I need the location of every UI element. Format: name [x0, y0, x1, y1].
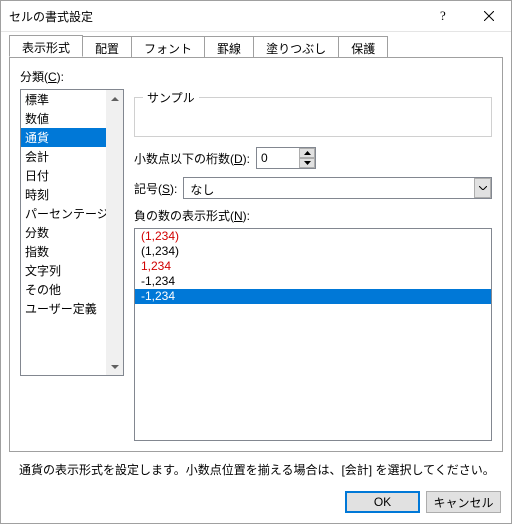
symbol-dropdown[interactable]: なし	[183, 177, 492, 199]
triangle-up-icon	[304, 151, 311, 155]
category-item[interactable]: 時刻	[21, 185, 106, 204]
symbol-label-accel: S	[162, 182, 170, 196]
sample-legend: サンプル	[143, 89, 199, 106]
category-list: 標準数値通貨会計日付時刻パーセンテージ分数指数文字列その他ユーザー定義	[21, 90, 106, 375]
category-label-post: ):	[57, 70, 64, 84]
spin-down-button[interactable]	[299, 158, 315, 168]
scroll-up-button[interactable]	[106, 90, 123, 107]
triangle-down-icon	[304, 161, 311, 165]
svg-text:?: ?	[440, 9, 446, 23]
negative-label: 負の数の表示形式(N):	[134, 207, 492, 224]
tab-1[interactable]: 配置	[82, 36, 132, 57]
category-item[interactable]: 指数	[21, 242, 106, 261]
dropdown-button[interactable]	[474, 178, 491, 198]
decimals-label-pre: 小数点以下の桁数(	[134, 152, 234, 166]
category-item[interactable]: 日付	[21, 166, 106, 185]
negative-item[interactable]: -1,234	[135, 289, 491, 304]
negative-label-pre: 負の数の表示形式(	[134, 209, 234, 223]
scroll-down-button[interactable]	[106, 358, 123, 375]
tab-0[interactable]: 表示形式	[9, 35, 83, 57]
chevron-down-icon	[111, 365, 119, 369]
titlebar: セルの書式設定 ?	[1, 1, 511, 32]
help-button[interactable]: ?	[421, 1, 466, 31]
symbol-label-pre: 記号(	[134, 182, 162, 196]
close-button[interactable]	[466, 1, 511, 31]
decimals-label-post: ):	[243, 152, 250, 166]
tab-5[interactable]: 保護	[338, 36, 388, 57]
negative-listbox[interactable]: (1,234)(1,234)1,234-1,234-1,234	[134, 228, 492, 441]
category-label: 分類(C):	[20, 68, 492, 85]
symbol-row: 記号(S): なし	[134, 177, 492, 199]
symbol-label: 記号(S):	[134, 180, 177, 197]
category-item[interactable]: 文字列	[21, 261, 106, 280]
negative-item[interactable]: 1,234	[135, 259, 491, 274]
decimals-label: 小数点以下の桁数(D):	[134, 150, 250, 167]
chevron-down-icon	[479, 186, 487, 190]
tab-2[interactable]: フォント	[131, 36, 205, 57]
symbol-label-post: ):	[170, 182, 177, 196]
chevron-up-icon	[111, 97, 119, 101]
negative-item[interactable]: (1,234)	[135, 244, 491, 259]
category-item[interactable]: その他	[21, 280, 106, 299]
scrollbar[interactable]	[106, 90, 123, 375]
decimals-label-accel: D	[234, 152, 243, 166]
category-item[interactable]: 通貨	[21, 128, 106, 147]
category-listbox[interactable]: 標準数値通貨会計日付時刻パーセンテージ分数指数文字列その他ユーザー定義	[20, 89, 124, 376]
negative-list: (1,234)(1,234)1,234-1,234-1,234	[135, 229, 491, 304]
spin-up-button[interactable]	[299, 148, 315, 158]
negative-item[interactable]: (1,234)	[135, 229, 491, 244]
tab-bar: 表示形式配置フォント罫線塗りつぶし保護	[9, 35, 503, 57]
description-text: 通貨の表示形式を設定します。小数点位置を揃える場合は、[会計] を選択してくださ…	[19, 462, 503, 479]
button-bar: OK キャンセル	[345, 491, 501, 513]
tab-3[interactable]: 罫線	[204, 36, 254, 57]
category-label-accel: C	[48, 70, 57, 84]
negative-item[interactable]: -1,234	[135, 274, 491, 289]
help-icon: ?	[439, 9, 449, 23]
window-title: セルの書式設定	[1, 8, 421, 25]
decimals-spinner[interactable]	[256, 147, 316, 169]
dialog-window: セルの書式設定 ? 表示形式配置フォント罫線塗りつぶし保護 分類(C): 標準数…	[0, 0, 512, 524]
cancel-button[interactable]: キャンセル	[426, 491, 501, 513]
category-item[interactable]: 数値	[21, 109, 106, 128]
sample-group: サンプル	[134, 89, 492, 137]
close-icon	[484, 11, 494, 21]
category-item[interactable]: 会計	[21, 147, 106, 166]
category-item[interactable]: ユーザー定義	[21, 299, 106, 318]
negative-label-post: ):	[243, 209, 250, 223]
ok-button[interactable]: OK	[345, 491, 420, 513]
category-item[interactable]: パーセンテージ	[21, 204, 106, 223]
negative-label-accel: N	[234, 209, 243, 223]
category-label-pre: 分類(	[20, 70, 48, 84]
right-pane: サンプル 小数点以下の桁数(D):	[134, 89, 492, 441]
scrollbar-track[interactable]	[106, 107, 123, 358]
tab-4[interactable]: 塗りつぶし	[253, 36, 339, 57]
category-item[interactable]: 分数	[21, 223, 106, 242]
decimals-row: 小数点以下の桁数(D):	[134, 147, 492, 169]
symbol-value[interactable]: なし	[183, 177, 492, 199]
category-item[interactable]: 標準	[21, 90, 106, 109]
tab-panel: 分類(C): 標準数値通貨会計日付時刻パーセンテージ分数指数文字列その他ユーザー…	[9, 57, 503, 452]
